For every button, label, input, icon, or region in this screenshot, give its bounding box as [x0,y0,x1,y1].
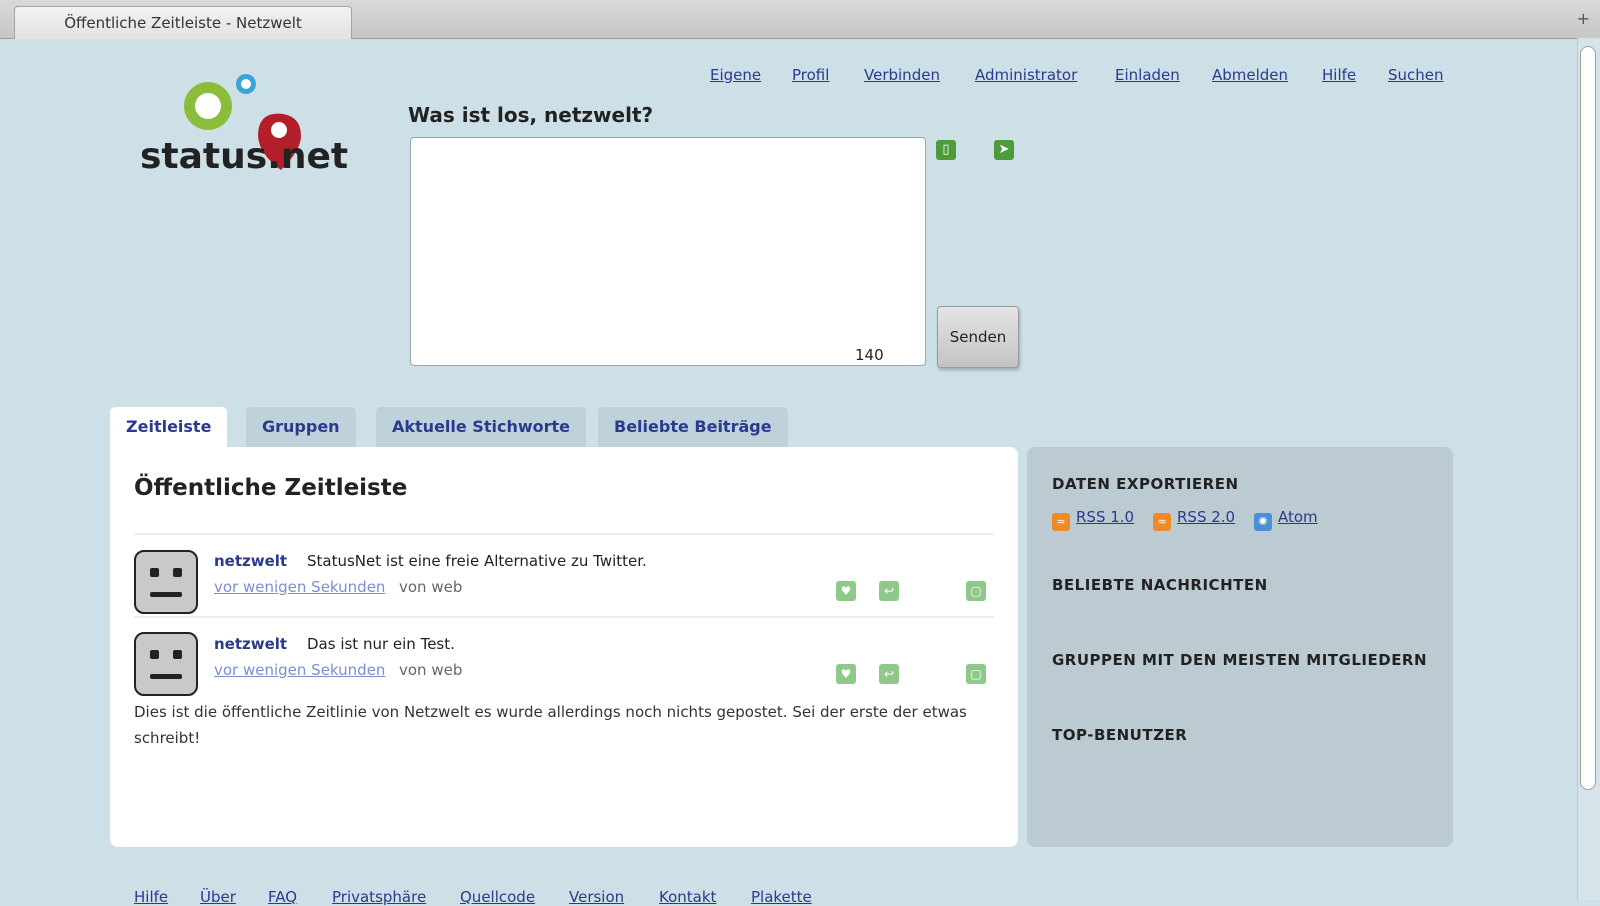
notice-author-link[interactable]: netzwelt [214,552,287,570]
rss10-feed-link[interactable]: ≈ RSS 1.0 [1052,508,1134,531]
nav-einladen[interactable]: Einladen [1115,66,1180,84]
page-title: Öffentliche Zeitleiste [134,475,408,501]
footer-link-hilfe[interactable]: Hilfe [134,888,168,906]
popular-notices-heading: BELIEBTE NACHRICHTEN [1052,576,1268,594]
logo-wordmark: status.net [140,136,349,177]
nav-abmelden[interactable]: Abmelden [1212,66,1288,84]
reply-icon[interactable]: ↩ [879,664,899,684]
nav-profil[interactable]: Profil [792,66,829,84]
delete-icon[interactable]: ▢ [966,581,986,601]
notice-timestamp-link[interactable]: vor wenigen Sekunden [214,578,385,596]
nav-suchen[interactable]: Suchen [1388,66,1444,84]
divider [134,533,994,535]
favorite-icon[interactable]: ♥ [836,664,856,684]
avatar[interactable] [134,550,198,614]
tab-aktuelle-stichworte[interactable]: Aktuelle Stichworte [376,407,586,447]
tab-gruppen[interactable]: Gruppen [246,407,356,447]
favorite-icon[interactable]: ♥ [836,581,856,601]
export-data-heading: DATEN EXPORTIEREN [1052,475,1239,493]
atom-feed-link[interactable]: ✺ Atom [1254,508,1318,531]
footer-link-privatsphaere[interactable]: Privatsphäre [332,888,426,906]
notice-text: StatusNet ist eine freie Alternative zu … [307,552,647,570]
reply-icon[interactable]: ↩ [879,581,899,601]
footer-link-ueber[interactable]: Über [200,888,236,906]
location-pin-icon[interactable]: ➤ [994,140,1014,160]
divider [134,616,994,618]
sidebar [1027,447,1453,847]
notice-form-label: Was ist los, netzwelt? [408,103,654,127]
footer-link-quellcode[interactable]: Quellcode [460,888,535,906]
footer-link-faq[interactable]: FAQ [268,888,297,906]
tab-zeitleiste[interactable]: Zeitleiste [110,407,228,449]
footer-link-version[interactable]: Version [569,888,624,906]
notice-text: Das ist nur ein Test. [307,635,455,653]
new-tab-button[interactable]: + [1577,9,1590,28]
nav-verbinden[interactable]: Verbinden [864,66,940,84]
avatar[interactable] [134,632,198,696]
browser-tab[interactable]: Öffentliche Zeitleiste - Netzwelt [14,6,352,39]
send-button[interactable]: Senden [937,306,1019,368]
notice-textarea[interactable] [410,137,926,366]
nav-eigene[interactable]: Eigene [710,66,761,84]
notice-source: von web [399,661,463,679]
top-groups-heading: GRUPPEN MIT DEN MEISTEN MITGLIEDERN [1052,651,1428,669]
notice-author-link[interactable]: netzwelt [214,635,287,653]
footer-link-kontakt[interactable]: Kontakt [659,888,716,906]
atom-icon: ✺ [1254,513,1272,531]
rss-icon: ≈ [1052,513,1070,531]
nav-administrator[interactable]: Administrator [975,66,1077,84]
scrollbar-thumb[interactable] [1580,46,1596,790]
character-counter: 140 [855,346,884,364]
attach-icon[interactable]: ▯ [936,140,956,160]
tab-beliebte-beitraege[interactable]: Beliebte Beiträge [598,407,788,447]
notice-timestamp-link[interactable]: vor wenigen Sekunden [214,661,385,679]
empty-timeline-message: Dies ist die öffentliche Zeitlinie von N… [134,703,967,747]
footer-link-plakette[interactable]: Plakette [751,888,812,906]
delete-icon[interactable]: ▢ [966,664,986,684]
top-users-heading: TOP-BENUTZER [1052,726,1188,744]
notice-source: von web [399,578,463,596]
rss-icon: ≈ [1153,513,1171,531]
nav-hilfe[interactable]: Hilfe [1322,66,1356,84]
browser-tab-bar: Öffentliche Zeitleiste - Netzwelt + [0,0,1600,39]
rss20-feed-link[interactable]: ≈ RSS 2.0 [1153,508,1235,531]
